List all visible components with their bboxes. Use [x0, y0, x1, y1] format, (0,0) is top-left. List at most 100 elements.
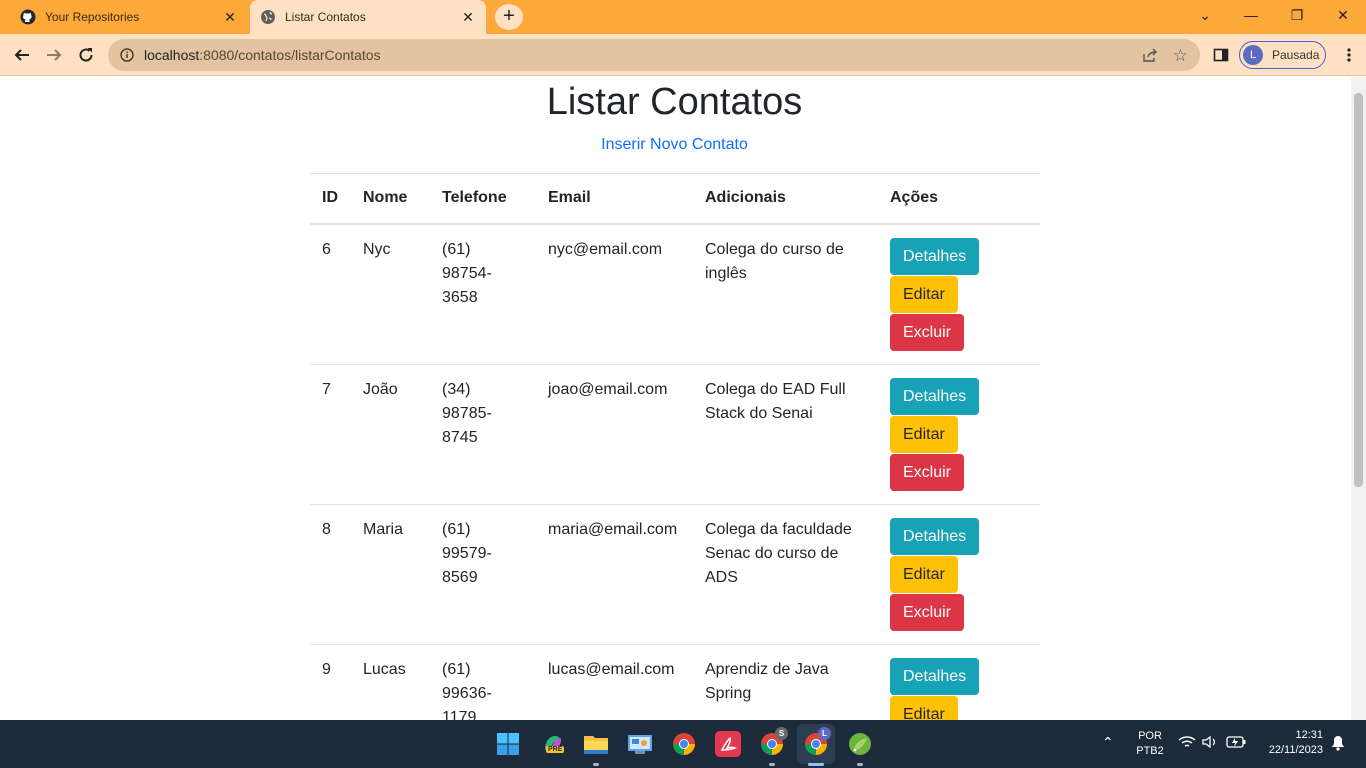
- share-icon[interactable]: [1142, 47, 1158, 66]
- date: 22/11/2023: [1268, 744, 1323, 756]
- spring-tools-icon[interactable]: [847, 731, 873, 757]
- pdf-reader-icon[interactable]: [715, 731, 741, 757]
- windows-taskbar: PRE S L ⌃ POR PTB2 12:31 22/11/2023: [0, 720, 1366, 768]
- close-window-icon[interactable]: ✕: [1320, 0, 1366, 30]
- profile-badge-s: S: [775, 727, 788, 740]
- delete-button[interactable]: Excluir: [890, 313, 965, 351]
- notification-bell-icon[interactable]: [1330, 735, 1346, 754]
- minimize-icon[interactable]: —: [1228, 0, 1274, 30]
- cell-telefone: (61) 99636-1179: [430, 644, 536, 720]
- site-info-icon[interactable]: [120, 48, 134, 62]
- chrome-profile-s-icon[interactable]: S: [759, 727, 788, 757]
- tab-label: Your Repositories: [45, 10, 140, 24]
- show-hidden-icons-chevron-up-icon[interactable]: ⌃: [1102, 734, 1114, 751]
- forward-arrow-icon[interactable]: [39, 40, 69, 70]
- profile-status: Pausada: [1272, 48, 1320, 62]
- cell-adicionais: Colega do curso de inglês: [693, 223, 878, 365]
- cell-nome: Maria: [351, 504, 430, 645]
- page-title: Listar Contatos: [546, 81, 803, 123]
- table-header-row: ID Nome Telefone Email Adicionais Ações: [310, 173, 1040, 225]
- cell-id: 7: [310, 364, 351, 505]
- time: 12:31: [1295, 729, 1323, 741]
- chrome-icon[interactable]: [671, 731, 697, 757]
- cell-nome: Nyc: [351, 223, 430, 365]
- column-header-telefone: Telefone: [430, 173, 536, 225]
- cell-actions: Detalhes Editar Excluir: [878, 364, 1040, 505]
- globe-icon: [260, 9, 276, 25]
- github-icon: [20, 9, 36, 25]
- tab-listar-contatos[interactable]: Listar Contatos ✕: [250, 0, 486, 34]
- address-bar[interactable]: localhost:8080/contatos/listarContatos ☆: [108, 39, 1200, 71]
- reload-icon[interactable]: [71, 40, 101, 70]
- volume-icon[interactable]: [1202, 735, 1218, 752]
- close-tab-icon[interactable]: ✕: [460, 9, 476, 25]
- column-header-nome: Nome: [351, 173, 430, 225]
- close-tab-icon[interactable]: ✕: [222, 9, 238, 25]
- page-content: Listar Contatos Inserir Novo Contato ID …: [0, 77, 1351, 720]
- cell-email: lucas@email.com: [536, 644, 693, 720]
- browser-toolbar: localhost:8080/contatos/listarContatos ☆…: [0, 34, 1366, 76]
- chrome-profile-l-icon[interactable]: L: [797, 724, 835, 764]
- windows-start-icon[interactable]: [495, 731, 521, 757]
- running-indicator: [857, 763, 863, 766]
- active-indicator: [808, 763, 824, 766]
- url-host: localhost: [144, 47, 200, 63]
- cell-id: 9: [310, 644, 351, 720]
- column-header-id: ID: [310, 173, 351, 225]
- browser-tab-strip: Your Repositories ✕ Listar Contatos ✕ + …: [0, 0, 1366, 34]
- delete-button[interactable]: Excluir: [890, 453, 965, 491]
- delete-button[interactable]: Excluir: [890, 593, 965, 631]
- battery-icon[interactable]: [1226, 736, 1246, 751]
- cell-telefone: (34) 98785-8745: [430, 364, 536, 505]
- details-button[interactable]: Detalhes: [890, 657, 980, 695]
- tab-search-chevron-down-icon[interactable]: ⌄: [1182, 0, 1228, 30]
- details-button[interactable]: Detalhes: [890, 377, 980, 415]
- new-tab-button[interactable]: +: [495, 4, 523, 30]
- cell-actions: Detalhes Editar Excluir: [878, 223, 1040, 365]
- back-arrow-icon[interactable]: [7, 40, 37, 70]
- cell-nome: João: [351, 364, 430, 505]
- restore-icon[interactable]: ❐: [1274, 0, 1320, 30]
- wifi-icon[interactable]: [1178, 735, 1196, 752]
- insert-new-contact-link[interactable]: Inserir Novo Contato: [0, 136, 1349, 154]
- cell-id: 8: [310, 504, 351, 645]
- column-header-adicionais: Adicionais: [693, 173, 878, 225]
- url-path: :8080/contatos/listarContatos: [199, 47, 381, 63]
- details-button[interactable]: Detalhes: [890, 517, 980, 555]
- cell-id: 6: [310, 223, 351, 365]
- tab-label: Listar Contatos: [285, 10, 366, 24]
- language-code: POR: [1138, 730, 1162, 742]
- keyboard-layout: PTB2: [1136, 745, 1164, 757]
- side-panel-icon[interactable]: [1206, 40, 1236, 70]
- edit-button[interactable]: Editar: [890, 415, 958, 453]
- scrollbar-thumb[interactable]: [1354, 93, 1363, 487]
- cell-adicionais: Colega do EAD Full Stack do Senai: [693, 364, 878, 505]
- copilot-preview-icon[interactable]: PRE: [540, 731, 566, 757]
- cell-actions: Detalhes Editar Excluir: [878, 504, 1040, 645]
- cell-actions: Detalhes Editar Excluir: [878, 644, 1040, 720]
- tab-your-repositories[interactable]: Your Repositories ✕: [8, 0, 248, 34]
- bookmark-star-icon[interactable]: ☆: [1173, 46, 1188, 66]
- page-scrollbar[interactable]: [1351, 77, 1366, 720]
- avatar: L: [1243, 45, 1263, 65]
- language-indicator[interactable]: POR PTB2: [1134, 730, 1166, 757]
- edit-button[interactable]: Editar: [890, 275, 958, 313]
- cell-telefone: (61) 98754-3658: [430, 223, 536, 365]
- more-menu-icon[interactable]: [1334, 40, 1364, 70]
- clock[interactable]: 12:31 22/11/2023: [1256, 729, 1328, 756]
- running-indicator: [769, 763, 775, 766]
- profile-button[interactable]: L Pausada: [1239, 41, 1326, 69]
- contacts-table: ID Nome Telefone Email Adicionais Ações …: [310, 173, 1040, 720]
- control-panel-icon[interactable]: [627, 731, 653, 757]
- cell-email: joao@email.com: [536, 364, 693, 505]
- cell-telefone: (61) 99579-8569: [430, 504, 536, 645]
- cell-email: maria@email.com: [536, 504, 693, 645]
- table-row: 7 João (34) 98785-8745 joao@email.com Co…: [310, 364, 1040, 505]
- cell-adicionais: Aprendiz de Java Spring: [693, 644, 878, 720]
- cell-email: nyc@email.com: [536, 223, 693, 365]
- cell-nome: Lucas: [351, 644, 430, 720]
- file-explorer-icon[interactable]: [583, 731, 609, 757]
- edit-button[interactable]: Editar: [890, 555, 958, 593]
- details-button[interactable]: Detalhes: [890, 237, 980, 275]
- edit-button[interactable]: Editar: [890, 695, 958, 720]
